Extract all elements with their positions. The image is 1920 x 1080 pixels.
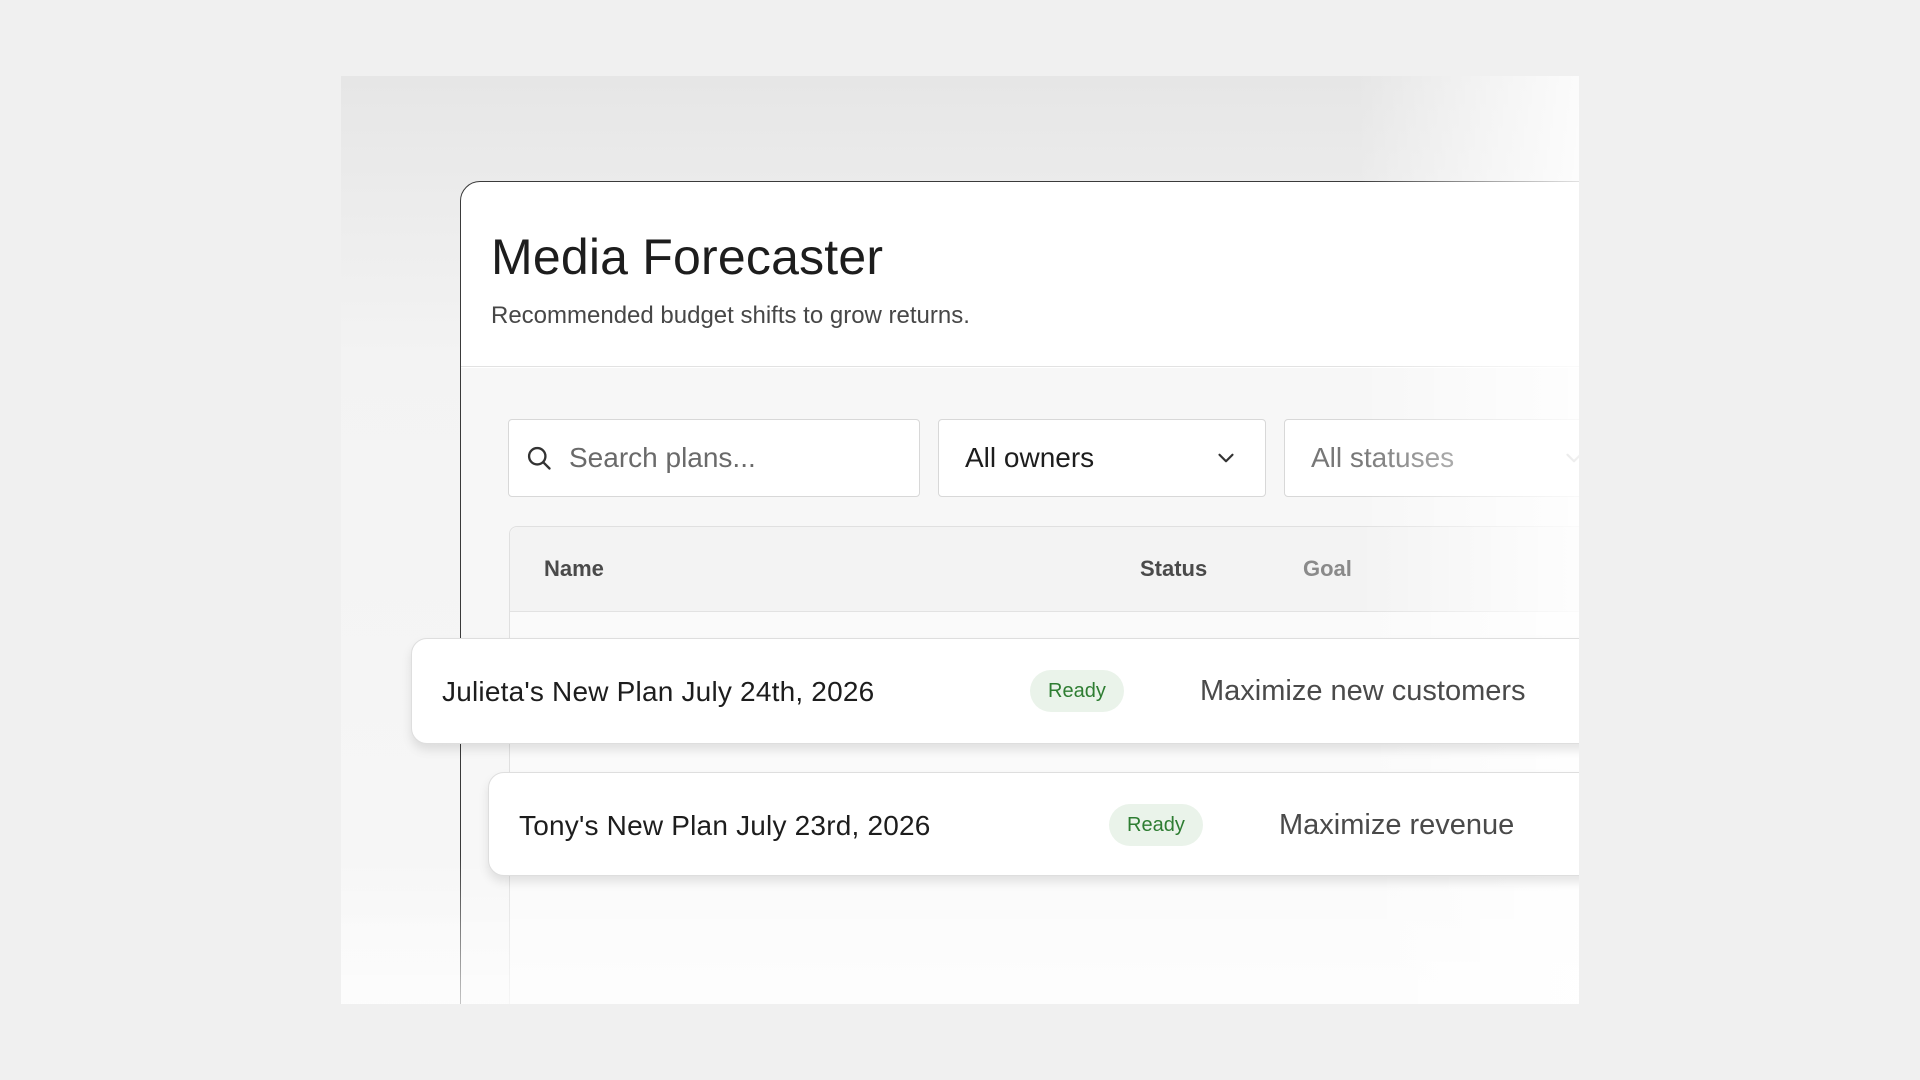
status-filter-dropdown[interactable]: All statuses	[1284, 419, 1579, 497]
plans-table: Name Status Goal	[509, 526, 1579, 1004]
chevron-down-icon	[1566, 453, 1579, 463]
app-window: Media Forecaster Recommended budget shif…	[460, 181, 1579, 1004]
filter-bar: All owners All statuses	[508, 419, 1579, 497]
status-filter-value: All statuses	[1311, 442, 1455, 473]
owner-filter-value: All owners	[965, 442, 1095, 473]
table-header: Name Status Goal	[510, 527, 1579, 612]
plan-name[interactable]: Julieta's New Plan July 24th, 2026	[442, 676, 874, 708]
status-badge: Ready	[1030, 670, 1124, 712]
plan-name[interactable]: Tony's New Plan July 23rd, 2026	[519, 810, 931, 842]
search-icon	[527, 446, 551, 470]
column-header-name[interactable]: Name	[544, 556, 604, 582]
search-field[interactable]	[508, 419, 920, 497]
table-row[interactable]: Tony's New Plan July 23rd, 2026 Ready Ma…	[488, 772, 1579, 876]
screenshot-stage: Media Forecaster Recommended budget shif…	[341, 76, 1579, 1004]
page-subtitle: Recommended budget shifts to grow return…	[491, 302, 970, 329]
owner-filter-dropdown[interactable]: All owners	[938, 419, 1266, 497]
search-input[interactable]	[567, 441, 901, 475]
column-header-status[interactable]: Status	[1140, 556, 1207, 582]
chevron-down-icon	[1218, 453, 1234, 463]
plan-goal: Maximize new customers	[1200, 675, 1526, 707]
status-badge: Ready	[1109, 804, 1203, 846]
column-header-goal[interactable]: Goal	[1303, 556, 1352, 582]
page-title: Media Forecaster	[491, 229, 884, 285]
table-row[interactable]: Julieta's New Plan July 24th, 2026 Ready…	[411, 638, 1579, 744]
page-header: Media Forecaster Recommended budget shif…	[461, 182, 1579, 367]
plan-goal: Maximize revenue	[1279, 809, 1515, 841]
